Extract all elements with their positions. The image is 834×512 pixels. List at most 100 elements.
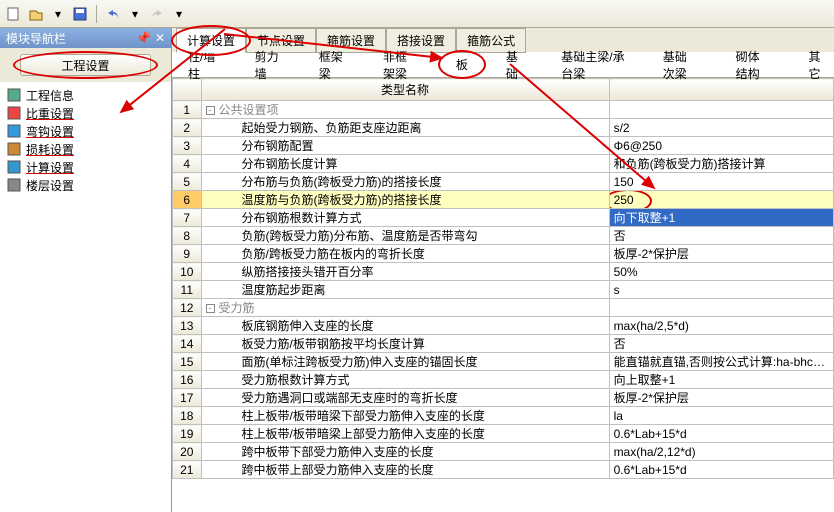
tree-item-3[interactable]: 损耗设置: [6, 140, 165, 158]
subtab-7[interactable]: 基础次梁: [655, 46, 706, 84]
row-value[interactable]: 50%: [609, 263, 833, 281]
table-row[interactable]: 6温度筋与负筋(跨板受力筋)的搭接长度250: [173, 191, 834, 209]
tree-item-5[interactable]: 楼层设置: [6, 176, 165, 194]
tab-0[interactable]: 计算设置: [176, 28, 246, 53]
row-value[interactable]: [609, 299, 833, 317]
table-row[interactable]: 7分布钢筋根数计算方式向下取整+1: [173, 209, 834, 227]
redo-icon[interactable]: [147, 4, 167, 24]
collapse-icon[interactable]: -: [206, 304, 215, 313]
tree-item-1[interactable]: 比重设置: [6, 104, 165, 122]
row-value[interactable]: 能直锚就直锚,否则按公式计算:ha-bhc+15*d: [609, 353, 833, 371]
table-row[interactable]: 18柱上板带/板带暗梁下部受力筋伸入支座的长度la: [173, 407, 834, 425]
row-name: 跨中板带上部受力筋伸入支座的长度: [201, 461, 609, 479]
table-row[interactable]: 5分布筋与负筋(跨板受力筋)的搭接长度150: [173, 173, 834, 191]
table-row[interactable]: 14板受力筋/板带钢筋按平均长度计算否: [173, 335, 834, 353]
table-row[interactable]: 19柱上板带/板带暗梁上部受力筋伸入支座的长度0.6*Lab+15*d: [173, 425, 834, 443]
row-value[interactable]: s: [609, 281, 833, 299]
table-row[interactable]: 1-公共设置项: [173, 101, 834, 119]
row-value[interactable]: 向上取整+1: [609, 371, 833, 389]
row-value[interactable]: max(ha/2,5*d): [609, 317, 833, 335]
row-value[interactable]: 0.6*Lab+15*d: [609, 425, 833, 443]
table-row[interactable]: 17受力筋遇洞口或端部无支座时的弯折长度板厚-2*保护层: [173, 389, 834, 407]
nav-tree: 工程信息比重设置弯钩设置损耗设置计算设置楼层设置: [0, 82, 171, 512]
row-num: 9: [173, 245, 202, 263]
chevron-down-icon[interactable]: ▾: [125, 4, 145, 24]
tree-item-4[interactable]: 计算设置: [6, 158, 165, 176]
table-row[interactable]: 13板底钢筋伸入支座的长度max(ha/2,5*d): [173, 317, 834, 335]
tree-label: 弯钩设置: [26, 123, 74, 140]
table-row[interactable]: 2起始受力钢筋、负筋距支座边距离s/2: [173, 119, 834, 137]
nav-button-project-settings[interactable]: 工程设置: [20, 54, 151, 76]
tree-item-2[interactable]: 弯钩设置: [6, 122, 165, 140]
row-name: 起始受力钢筋、负筋距支座边距离: [201, 119, 609, 137]
subtab-1[interactable]: 剪力墙: [247, 46, 289, 84]
table-row[interactable]: 11温度筋起步距离s: [173, 281, 834, 299]
row-name: 分布钢筋配置: [201, 137, 609, 155]
save-icon[interactable]: [70, 4, 90, 24]
row-value[interactable]: la: [609, 407, 833, 425]
row-num: 21: [173, 461, 202, 479]
row-num: 6: [173, 191, 202, 209]
nav-header: 模块导航栏 📌 ✕: [0, 28, 171, 48]
table-row[interactable]: 15面筋(单标注跨板受力筋)伸入支座的锚固长度能直锚就直锚,否则按公式计算:ha…: [173, 353, 834, 371]
hook-icon: [6, 123, 22, 139]
table-row[interactable]: 4分布钢筋长度计算和负筋(跨板受力筋)搭接计算: [173, 155, 834, 173]
row-value[interactable]: Φ6@250: [609, 137, 833, 155]
row-value[interactable]: 向下取整+1: [609, 209, 833, 227]
toolbar-sep: [96, 5, 97, 23]
row-num: 13: [173, 317, 202, 335]
new-icon[interactable]: [4, 4, 24, 24]
calc-icon: [6, 159, 22, 175]
row-value[interactable]: max(ha/2,12*d): [609, 443, 833, 461]
row-name: 纵筋搭接接头错开百分率: [201, 263, 609, 281]
table-row[interactable]: 16受力筋根数计算方式向上取整+1: [173, 371, 834, 389]
table-row[interactable]: 21跨中板带上部受力筋伸入支座的长度0.6*Lab+15*d: [173, 461, 834, 479]
table-row[interactable]: 20跨中板带下部受力筋伸入支座的长度max(ha/2,12*d): [173, 443, 834, 461]
undo-icon[interactable]: [103, 4, 123, 24]
row-num: 1: [173, 101, 202, 119]
table-row[interactable]: 3分布钢筋配置Φ6@250: [173, 137, 834, 155]
row-value[interactable]: 250: [609, 191, 833, 209]
subtab-5[interactable]: 基础: [498, 46, 531, 84]
table-row[interactable]: 8负筋(跨板受力筋)分布筋、温度筋是否带弯勾否: [173, 227, 834, 245]
chevron-down-icon[interactable]: ▾: [169, 4, 189, 24]
row-value[interactable]: 和负筋(跨板受力筋)搭接计算: [609, 155, 833, 173]
row-name: 负筋(跨板受力筋)分布筋、温度筋是否带弯勾: [201, 227, 609, 245]
row-value[interactable]: [609, 101, 833, 119]
row-num: 11: [173, 281, 202, 299]
row-name: -公共设置项: [201, 101, 609, 119]
row-value[interactable]: 150: [609, 173, 833, 191]
table-row[interactable]: 9负筋/跨板受力筋在板内的弯折长度板厚-2*保护层: [173, 245, 834, 263]
table-row[interactable]: 10纵筋搭接接头错开百分率50%: [173, 263, 834, 281]
collapse-icon[interactable]: -: [206, 106, 215, 115]
subtab-4[interactable]: 板: [448, 54, 476, 75]
subtab-9[interactable]: 其它: [801, 46, 834, 84]
row-name: 负筋/跨板受力筋在板内的弯折长度: [201, 245, 609, 263]
chevron-down-icon[interactable]: ▾: [48, 4, 68, 24]
row-name: 受力筋根数计算方式: [201, 371, 609, 389]
row-value[interactable]: 0.6*Lab+15*d: [609, 461, 833, 479]
row-value[interactable]: 板厚-2*保护层: [609, 389, 833, 407]
tree-label: 工程信息: [26, 87, 74, 104]
sub-tabs: 柱/墙柱剪力墙框架梁非框架梁板基础基础主梁/承台梁基础次梁砌体结构其它: [172, 52, 834, 78]
row-name: 分布钢筋长度计算: [201, 155, 609, 173]
row-value[interactable]: s/2: [609, 119, 833, 137]
subtab-6[interactable]: 基础主梁/承台梁: [553, 46, 632, 84]
tree-item-0[interactable]: 工程信息: [6, 86, 165, 104]
nav-panel: 模块导航栏 📌 ✕ 工程设置 工程信息比重设置弯钩设置损耗设置计算设置楼层设置: [0, 28, 172, 512]
row-num: 17: [173, 389, 202, 407]
pin-icon[interactable]: 📌: [136, 31, 151, 45]
row-value[interactable]: 否: [609, 227, 833, 245]
row-name: 受力筋遇洞口或端部无支座时的弯折长度: [201, 389, 609, 407]
subtab-2[interactable]: 框架梁: [311, 46, 353, 84]
row-name: -受力筋: [201, 299, 609, 317]
row-num: 18: [173, 407, 202, 425]
close-icon[interactable]: ✕: [155, 31, 165, 45]
row-value[interactable]: 板厚-2*保护层: [609, 245, 833, 263]
subtab-3[interactable]: 非框架梁: [375, 46, 426, 84]
open-icon[interactable]: [26, 4, 46, 24]
table-row[interactable]: 12-受力筋: [173, 299, 834, 317]
row-value[interactable]: 否: [609, 335, 833, 353]
subtab-8[interactable]: 砌体结构: [728, 46, 779, 84]
row-num: 5: [173, 173, 202, 191]
